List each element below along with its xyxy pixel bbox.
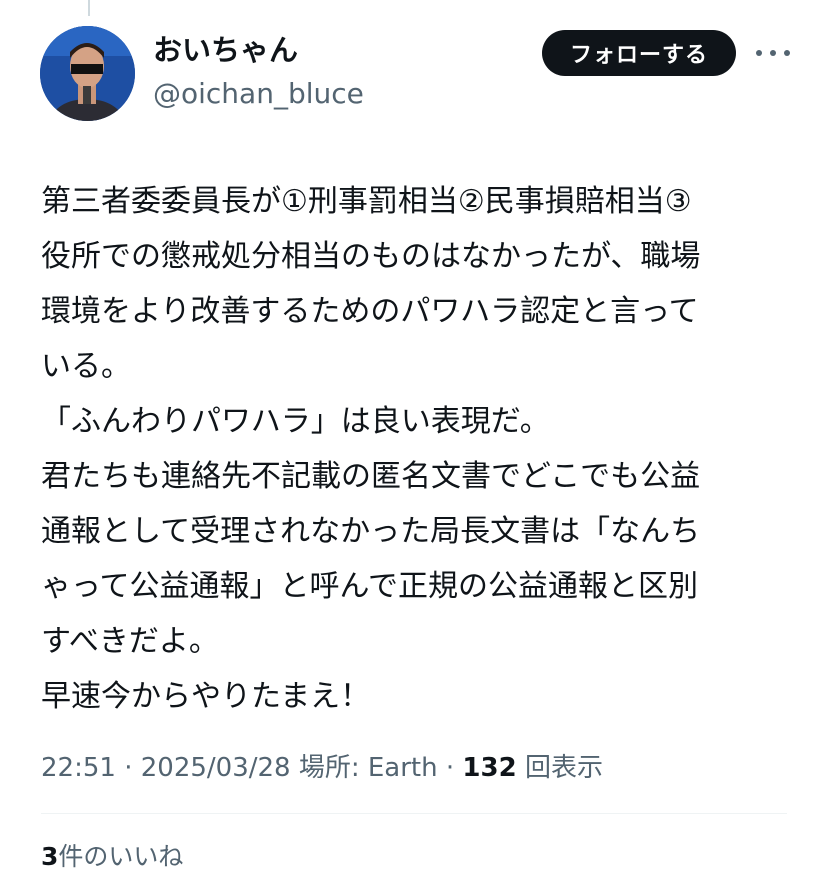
more-horizontal-icon[interactable]	[756, 40, 790, 66]
tweet-location[interactable]: 場所: Earth	[299, 753, 438, 783]
tweet-text-line: 通報として受理されなかった局長文書は「なんち	[41, 514, 701, 549]
tweet-text-line: 「ふんわりパワハラ」は良い表現だ。	[41, 404, 550, 439]
author-block: おいちゃん @oichan_bluce	[153, 30, 364, 114]
tweet-metadata: 22:51 · 2025/03/28 場所: Earth · 132 回表示	[41, 748, 603, 788]
tweet-time[interactable]: 22:51	[41, 753, 116, 783]
author-handle[interactable]: @oichan_bluce	[153, 74, 364, 114]
tweet-text-line: 君たちも連絡先不記載の匿名文書でどこでも公益	[41, 459, 701, 494]
more-dot	[784, 50, 790, 56]
avatar[interactable]	[40, 26, 135, 121]
likes-label: 件のいいね	[58, 842, 184, 871]
tweet-date[interactable]: 2025/03/28	[141, 753, 291, 783]
meta-separator: ·	[437, 753, 463, 783]
views-count: 132	[462, 753, 517, 783]
more-dot	[756, 50, 762, 56]
tweet-text-line: 役所での懲戒処分相当のものはなかったが、職場	[41, 239, 701, 274]
tweet-text-line: ゃって公益通報」と呼んで正規の公益通報と区別	[41, 569, 698, 604]
tweet-text-line: 早速今からやりたまえ！	[41, 679, 371, 714]
thread-connector-line	[88, 0, 90, 16]
meta-separator: ·	[115, 753, 141, 783]
tweet-text: 第三者委委員長が①刑事罰相当②民事損賠相当③ 役所での懲戒処分相当のものはなかっ…	[41, 174, 791, 724]
follow-button[interactable]: フォローする	[542, 30, 736, 76]
likes-count: 3	[41, 842, 59, 871]
tweet-text-line: すべきだよ。	[41, 624, 219, 659]
views-label: 回表示	[524, 753, 603, 783]
author-display-name[interactable]: おいちゃん	[153, 30, 364, 70]
avatar-image	[40, 26, 135, 121]
likes-link[interactable]: 3件のいいね	[41, 837, 183, 877]
divider	[41, 813, 787, 814]
tweet-text-line: いる。	[41, 349, 131, 384]
more-dot	[770, 50, 776, 56]
tweet-text-line: 環境をより改善するためのパワハラ認定と言って	[41, 294, 699, 329]
tweet-text-line: 第三者委委員長が①刑事罰相当②民事損賠相当③	[41, 184, 692, 219]
